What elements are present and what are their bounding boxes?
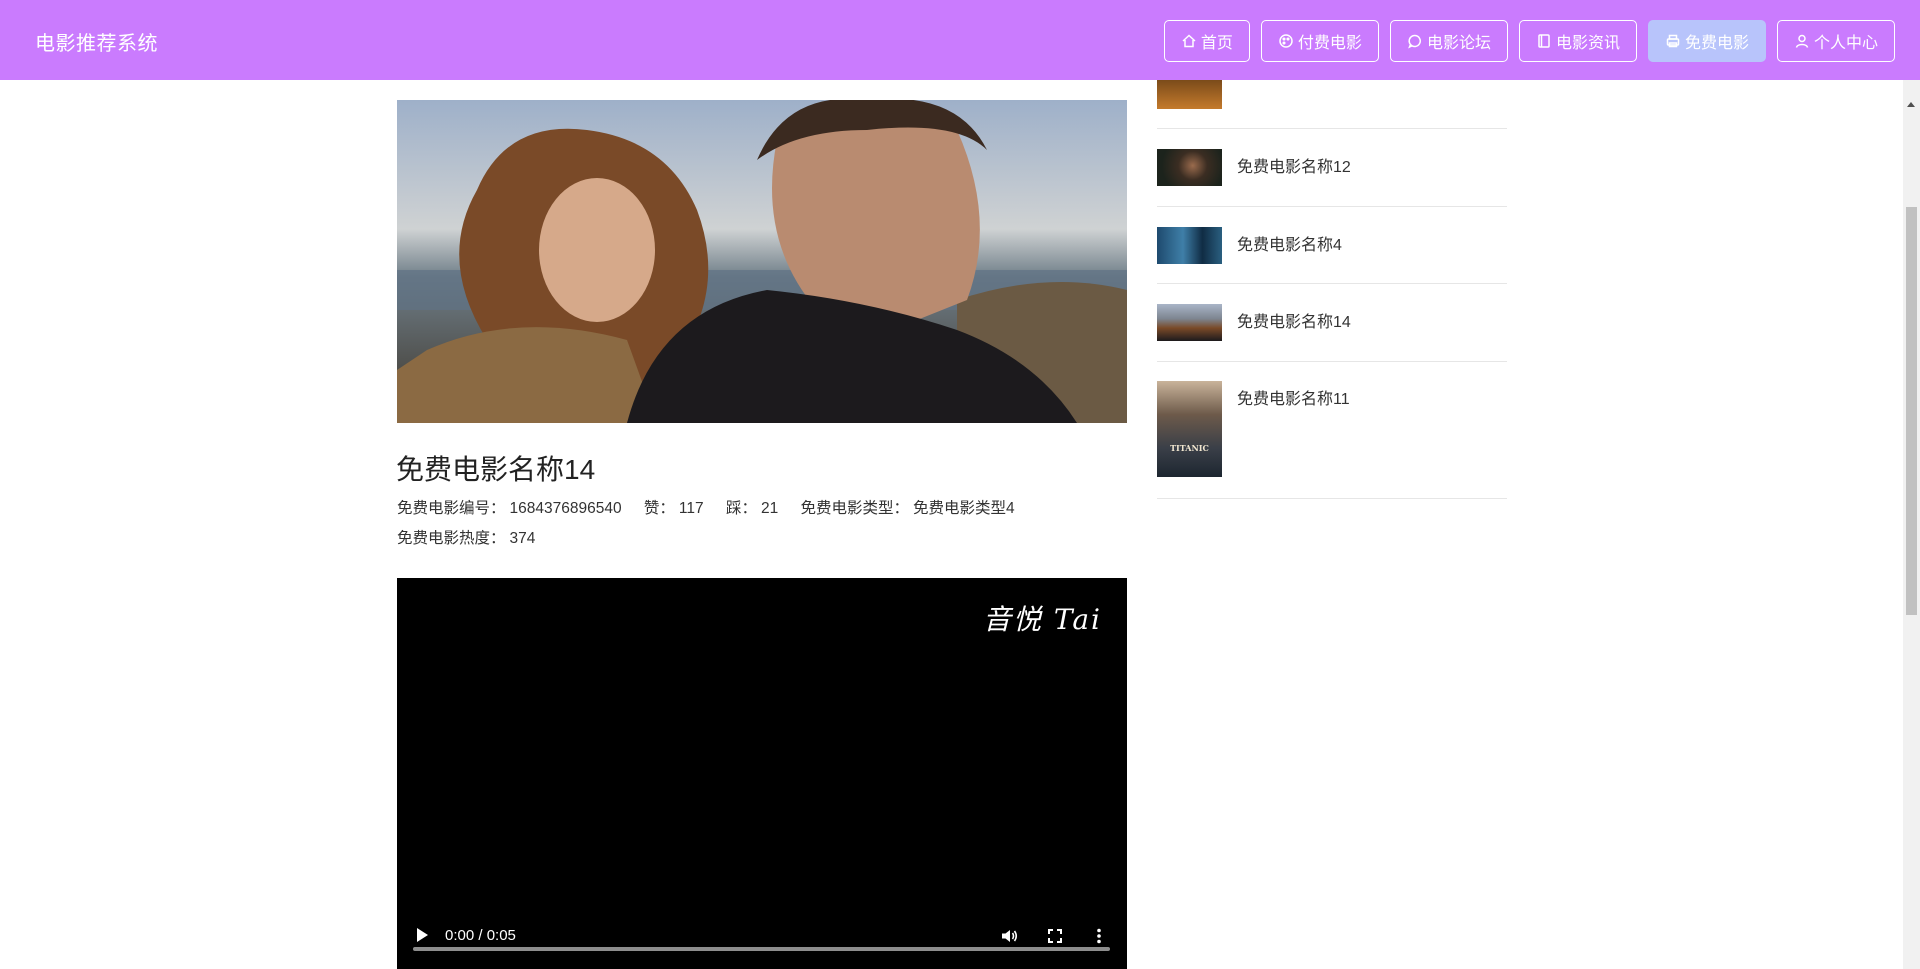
movie-heat-value: 374 xyxy=(509,530,536,547)
user-icon xyxy=(1795,34,1809,48)
like-count: 117 xyxy=(678,500,704,517)
list-item-label: 免费电影名称12 xyxy=(1237,159,1351,176)
nav-home-button[interactable]: 首页 xyxy=(1163,20,1250,62)
titanic-poster-thumbnail: TITANIC xyxy=(1157,381,1222,477)
more-options-icon[interactable] xyxy=(1089,926,1109,946)
movie-number-value: 1684376896540 xyxy=(509,500,622,517)
movie-type-value: 免费电影类型4 xyxy=(913,500,1015,517)
list-item[interactable]: 免费电影名称12 xyxy=(1157,129,1507,207)
list-item[interactable]: 免费电影名称14 xyxy=(1157,284,1507,362)
movie-poster-image xyxy=(397,100,1127,423)
fullscreen-icon[interactable] xyxy=(1045,926,1065,946)
related-movies-list: 免费电影名称12 免费电影名称4 免费电影名称14 TITANIC 免费电影名称… xyxy=(1157,80,1507,499)
like-label: 赞： xyxy=(643,500,675,517)
couple-poster-thumbnail xyxy=(1157,304,1222,341)
list-item-label: 免费电影名称4 xyxy=(1237,237,1342,254)
video-time: 0:00 / 0:05 xyxy=(445,927,516,944)
nav-paid-movies-label: 付费电影 xyxy=(1297,35,1362,52)
movie-meta-row-2: 免费电影热度： 374 xyxy=(397,526,539,548)
main-nav: 首页 付费电影 电影论坛 电影资讯 免费电影 个人中心 xyxy=(1163,20,1895,62)
nav-forum-label: 电影论坛 xyxy=(1426,35,1491,52)
nav-paid-movies-button[interactable]: 付费电影 xyxy=(1260,20,1379,62)
notebook-icon xyxy=(1538,34,1550,48)
top-navbar: 电影推荐系统 首页 付费电影 电影论坛 电影资讯 免费电影 个人中心 xyxy=(0,0,1920,80)
chat-bubble-icon xyxy=(1408,34,1421,49)
scroll-up-arrow-icon[interactable] xyxy=(1907,102,1915,107)
joker-poster-thumbnail xyxy=(1157,149,1222,186)
dislike-label: 踩： xyxy=(725,500,757,517)
list-item[interactable]: TITANIC 免费电影名称11 xyxy=(1157,362,1507,499)
nav-free-movies-button[interactable]: 免费电影 xyxy=(1647,20,1766,62)
movie-meta-row-1: 免费电影编号： 1684376896540 赞： 117 踩： 21 免费电影类型：免… xyxy=(397,496,1019,518)
nav-free-movies-label: 免费电影 xyxy=(1684,35,1749,52)
home-icon xyxy=(1182,34,1196,48)
nav-forum-button[interactable]: 电影论坛 xyxy=(1389,20,1508,62)
list-item[interactable]: 免费电影名称4 xyxy=(1157,207,1507,284)
avatar-poster-thumbnail xyxy=(1157,227,1222,264)
nav-news-button[interactable]: 电影资讯 xyxy=(1518,20,1637,62)
video-progress-bar[interactable] xyxy=(413,947,1110,951)
video-player[interactable]: 音悦 Tai 0:00 / 0:05 xyxy=(397,578,1127,969)
video-controls: 0:00 / 0:05 xyxy=(397,921,1127,951)
nav-home-label: 首页 xyxy=(1200,35,1233,52)
play-icon[interactable] xyxy=(417,928,428,942)
site-brand[interactable]: 电影推荐系统 xyxy=(35,27,158,56)
titanic-poster-title: TITANIC xyxy=(1170,443,1209,453)
dislike-count: 21 xyxy=(760,500,779,517)
video-watermark: 音悦 Tai xyxy=(982,603,1102,636)
movie-heat-label: 免费电影热度： xyxy=(397,530,506,547)
list-item-label: 免费电影名称14 xyxy=(1237,314,1351,331)
volume-icon[interactable] xyxy=(999,926,1019,946)
page-scrollbar[interactable] xyxy=(1903,80,1920,969)
nav-news-label: 电影资讯 xyxy=(1555,35,1620,52)
nav-profile-label: 个人中心 xyxy=(1813,35,1878,52)
movie-title: 免费电影名称14 xyxy=(396,454,596,485)
movie-type-label: 免费电影类型： xyxy=(800,500,910,517)
nav-profile-button[interactable]: 个人中心 xyxy=(1776,20,1895,62)
list-item-label: 免费电影名称11 xyxy=(1237,391,1350,408)
scrollbar-thumb[interactable] xyxy=(1906,207,1917,615)
orange-poster-thumbnail xyxy=(1157,80,1222,109)
list-item[interactable] xyxy=(1157,80,1507,129)
palette-icon xyxy=(1279,34,1293,48)
printer-icon xyxy=(1666,34,1680,48)
movie-number-label: 免费电影编号： xyxy=(397,500,506,517)
